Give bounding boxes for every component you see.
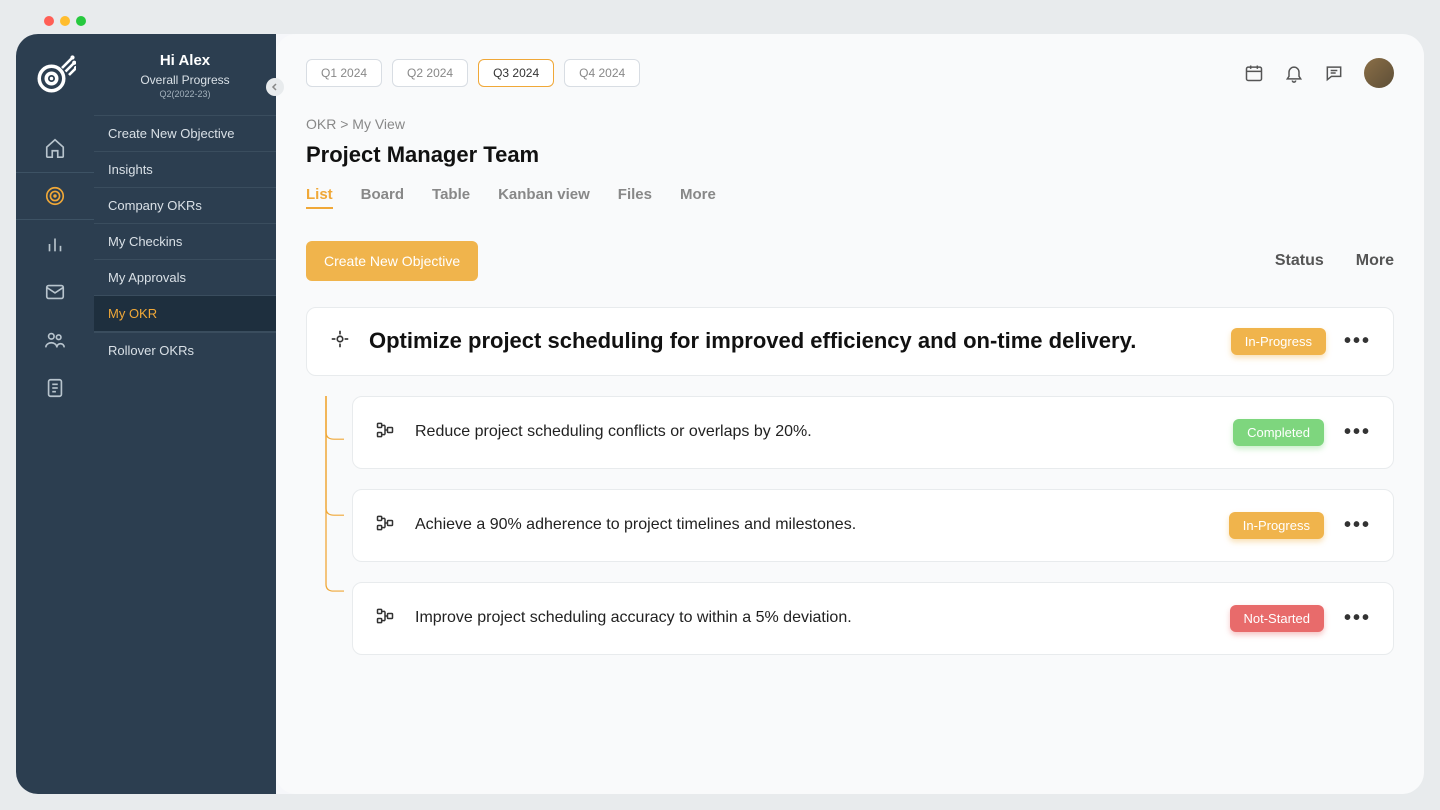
collapse-sidebar-icon[interactable] [266, 78, 284, 96]
key-result-more-icon[interactable]: ••• [1344, 421, 1371, 444]
chat-icon[interactable] [1324, 63, 1344, 83]
sidebar-item-create-new-objective[interactable]: Create New Objective [94, 115, 276, 151]
sidebar-item-my-checkins[interactable]: My Checkins [94, 223, 276, 259]
status-header[interactable]: Status [1275, 252, 1324, 270]
nav-team-icon[interactable] [16, 316, 94, 364]
app-shell: Hi Alex Overall Progress Q2(2022-23) Cre… [16, 34, 1424, 794]
quarter-tab-q1-2024[interactable]: Q1 2024 [306, 59, 382, 87]
sidebar-item-my-approvals[interactable]: My Approvals [94, 259, 276, 295]
objective-title: Optimize project scheduling for improved… [369, 326, 1213, 357]
minimize-dot[interactable] [60, 16, 70, 26]
objective-card[interactable]: Optimize project scheduling for improved… [306, 307, 1394, 376]
quarter-tab-q3-2024[interactable]: Q3 2024 [478, 59, 554, 87]
topbar: Q1 2024 Q2 2024 Q3 2024 Q4 2024 [306, 58, 1394, 88]
more-header[interactable]: More [1356, 252, 1394, 270]
view-tab-more[interactable]: More [680, 186, 716, 209]
objective-status-badge: In-Progress [1231, 328, 1326, 355]
user-avatar[interactable] [1364, 58, 1394, 88]
key-result-icon [375, 513, 395, 538]
key-result-status-badge: Not-Started [1230, 605, 1324, 632]
key-result-status-badge: Completed [1233, 419, 1324, 446]
view-tab-files[interactable]: Files [618, 186, 652, 209]
objective-target-icon [329, 328, 351, 355]
page-title: Project Manager Team [306, 142, 1394, 168]
view-tabs: List Board Table Kanban view Files More [306, 186, 1394, 209]
quarter-tab-q4-2024[interactable]: Q4 2024 [564, 59, 640, 87]
view-tab-table[interactable]: Table [432, 186, 470, 209]
nav-tasks-icon[interactable] [16, 364, 94, 412]
key-result-icon [375, 420, 395, 445]
key-result-card[interactable]: Improve project scheduling accuracy to w… [352, 582, 1394, 655]
nav-okr-icon[interactable] [16, 172, 94, 220]
tree-connector [324, 396, 344, 655]
sidebar-item-company-okrs[interactable]: Company OKRs [94, 187, 276, 223]
key-result-title: Improve project scheduling accuracy to w… [415, 609, 1210, 627]
objective-more-icon[interactable]: ••• [1344, 330, 1371, 353]
nav-reports-icon[interactable] [16, 220, 94, 268]
top-actions [1244, 58, 1394, 88]
key-result-status-badge: In-Progress [1229, 512, 1324, 539]
sidebar-menu: Hi Alex Overall Progress Q2(2022-23) Cre… [94, 34, 276, 794]
sidebar-icons [16, 34, 94, 794]
key-result-icon [375, 606, 395, 631]
key-result-title: Reduce project scheduling conflicts or o… [415, 423, 1213, 441]
list-toolbar: Create New Objective Status More [306, 241, 1394, 281]
window-controls [44, 16, 1424, 26]
maximize-dot[interactable] [76, 16, 86, 26]
sidebar-item-my-okr[interactable]: My OKR [94, 295, 276, 332]
main-content: Q1 2024 Q2 2024 Q3 2024 Q4 2024 OKR > My Vi… [276, 34, 1424, 794]
key-result-card[interactable]: Achieve a 90% adherence to project timel… [352, 489, 1394, 562]
key-result-card[interactable]: Reduce project scheduling conflicts or o… [352, 396, 1394, 469]
calendar-icon[interactable] [1244, 63, 1264, 83]
view-tab-list[interactable]: List [306, 186, 333, 209]
key-results-list: Reduce project scheduling conflicts or o… [324, 396, 1394, 655]
close-dot[interactable] [44, 16, 54, 26]
sidebar-item-insights[interactable]: Insights [94, 151, 276, 187]
nav-home-icon[interactable] [16, 124, 94, 172]
view-tab-board[interactable]: Board [361, 186, 404, 209]
app-logo[interactable] [34, 54, 76, 96]
key-result-more-icon[interactable]: ••• [1344, 514, 1371, 537]
key-result-title: Achieve a 90% adherence to project timel… [415, 516, 1209, 534]
sidebar-item-rollover-okrs[interactable]: Rollover OKRs [94, 332, 276, 368]
view-tab-kanban-view[interactable]: Kanban view [498, 186, 590, 209]
breadcrumb: OKR > My View [306, 116, 1394, 132]
quarter-tabs: Q1 2024 Q2 2024 Q3 2024 Q4 2024 [306, 59, 640, 87]
nav-inbox-icon[interactable] [16, 268, 94, 316]
greeting-text: Hi Alex [94, 52, 276, 69]
create-objective-button[interactable]: Create New Objective [306, 241, 478, 281]
quarter-tab-q2-2024[interactable]: Q2 2024 [392, 59, 468, 87]
progress-period: Q2(2022-23) [94, 89, 276, 99]
key-result-more-icon[interactable]: ••• [1344, 607, 1371, 630]
overall-progress-label: Overall Progress [94, 73, 276, 87]
bell-icon[interactable] [1284, 63, 1304, 83]
